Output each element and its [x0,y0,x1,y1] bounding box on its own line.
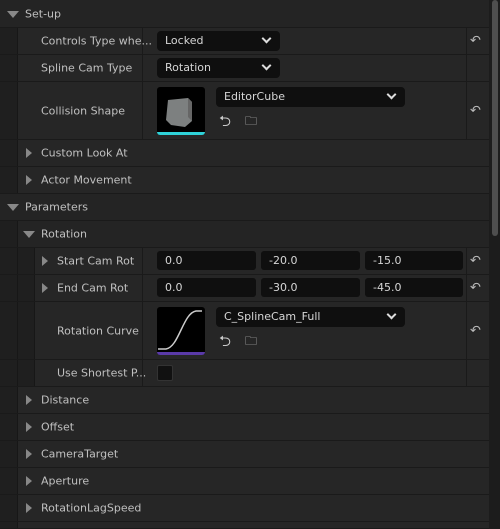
triangle-down-icon [23,231,35,238]
property-rotation-curve: Rotation Curve C_SplineCam_Full ⮌ 🗀 ↶ [0,302,489,360]
property-label: Start Cam Rot [57,254,135,268]
property-controls-type: Controls Type whe... Locked ↶ [0,28,489,55]
browse-asset-icon[interactable]: 🗀 [245,112,257,133]
property-label: End Cam Rot [57,281,129,295]
property-start-cam-rot: Start Cam Rot 0.0 -20.0 -15.0 ↶ [0,248,489,275]
triangle-right-icon [26,395,32,405]
triangle-right-icon[interactable] [42,256,48,266]
group-next [0,522,489,529]
section-label: Parameters [25,200,88,214]
start-cam-rot-z-input[interactable]: -15.0 [365,251,463,270]
triangle-right-icon[interactable] [42,283,48,293]
property-label: Rotation Curve [57,324,139,337]
dropdown-value: Locked [165,34,204,47]
section-rotation[interactable]: Rotation [0,221,489,248]
end-cam-rot-x-input[interactable]: 0.0 [157,278,256,297]
dropdown-value: Rotation [165,61,212,74]
reset-icon[interactable]: ↶ [470,34,481,49]
rotation-curve-asset-picker[interactable]: C_SplineCam_Full [216,307,405,327]
section-label: Set-up [25,7,61,20]
triangle-right-icon [26,422,32,432]
triangle-right-icon [26,476,32,486]
asset-thumbnail[interactable] [157,87,205,135]
group-label: Custom Look At [41,146,128,160]
end-cam-rot-y-input[interactable]: -30.0 [261,278,360,297]
asset-type-bar [157,352,205,355]
property-label: Use Shortest P... [57,366,147,380]
cube-icon [166,98,192,127]
chevron-down-icon [386,309,397,320]
triangle-right-icon [26,449,32,459]
property-end-cam-rot: End Cam Rot 0.0 -30.0 -45.0 ↶ [0,275,489,302]
curve-preview-icon [158,310,202,350]
reset-icon[interactable]: ↶ [470,323,481,338]
property-use-shortest-path: Use Shortest P... [0,360,489,387]
dropdown-value: C_SplineCam_Full [224,310,321,323]
scrollbar[interactable] [491,0,499,529]
section-parameters[interactable]: Parameters [0,194,489,221]
property-label: Collision Shape [41,104,126,117]
use-selected-icon[interactable]: ⮌ [219,111,231,136]
chevron-down-icon [261,60,272,71]
triangle-down-icon [7,10,19,18]
group-cameratarget[interactable]: CameraTarget [0,441,489,468]
start-cam-rot-y-input[interactable]: -20.0 [261,251,360,270]
scrollbar-thumb[interactable] [492,0,498,236]
group-rotationlagspeed[interactable]: RotationLagSpeed [0,495,489,522]
property-collision-shape: Collision Shape EditorCube ⮌ 🗀 ↶ [0,82,489,140]
property-label: Controls Type whe... [41,34,152,48]
dropdown-value: EditorCube [224,90,285,103]
details-panel: Set-up Controls Type whe... Locked ↶ Spl… [0,0,489,529]
browse-asset-icon[interactable]: 🗀 [245,332,257,353]
group-actor-movement[interactable]: Actor Movement [0,167,489,194]
curve-thumbnail[interactable] [157,307,205,355]
use-shortest-path-checkbox[interactable] [157,365,173,381]
section-setup[interactable]: Set-up [0,0,489,28]
triangle-down-icon [7,204,19,211]
reset-icon[interactable]: ↶ [470,281,481,296]
group-custom-look-at[interactable]: Custom Look At [0,140,489,167]
collision-shape-asset-picker[interactable]: EditorCube [216,87,405,107]
triangle-right-icon [26,148,32,158]
chevron-down-icon [386,89,397,100]
chevron-down-icon [261,33,272,44]
controls-type-dropdown[interactable]: Locked [157,31,280,51]
group-label: Aperture [41,474,90,488]
end-cam-rot-z-input[interactable]: -45.0 [365,278,463,297]
group-label: Offset [41,420,75,434]
property-spline-cam-type: Spline Cam Type Rotation [0,55,489,82]
triangle-right-icon [26,503,32,513]
reset-icon[interactable]: ↶ [470,254,481,269]
property-label: Spline Cam Type [41,61,133,75]
group-aperture[interactable]: Aperture [0,468,489,495]
group-offset[interactable]: Offset [0,414,489,441]
group-label: Distance [41,393,90,407]
section-label: Rotation [41,227,88,241]
group-distance[interactable]: Distance [0,387,489,414]
group-label: CameraTarget [41,447,119,461]
spline-cam-type-dropdown[interactable]: Rotation [157,58,280,78]
reset-icon[interactable]: ↶ [470,103,481,118]
start-cam-rot-x-input[interactable]: 0.0 [157,251,256,270]
group-label: RotationLagSpeed [41,501,142,515]
triangle-right-icon [26,175,32,185]
group-label: Actor Movement [41,173,132,187]
use-selected-icon[interactable]: ⮌ [219,331,231,356]
asset-type-bar [157,132,205,135]
